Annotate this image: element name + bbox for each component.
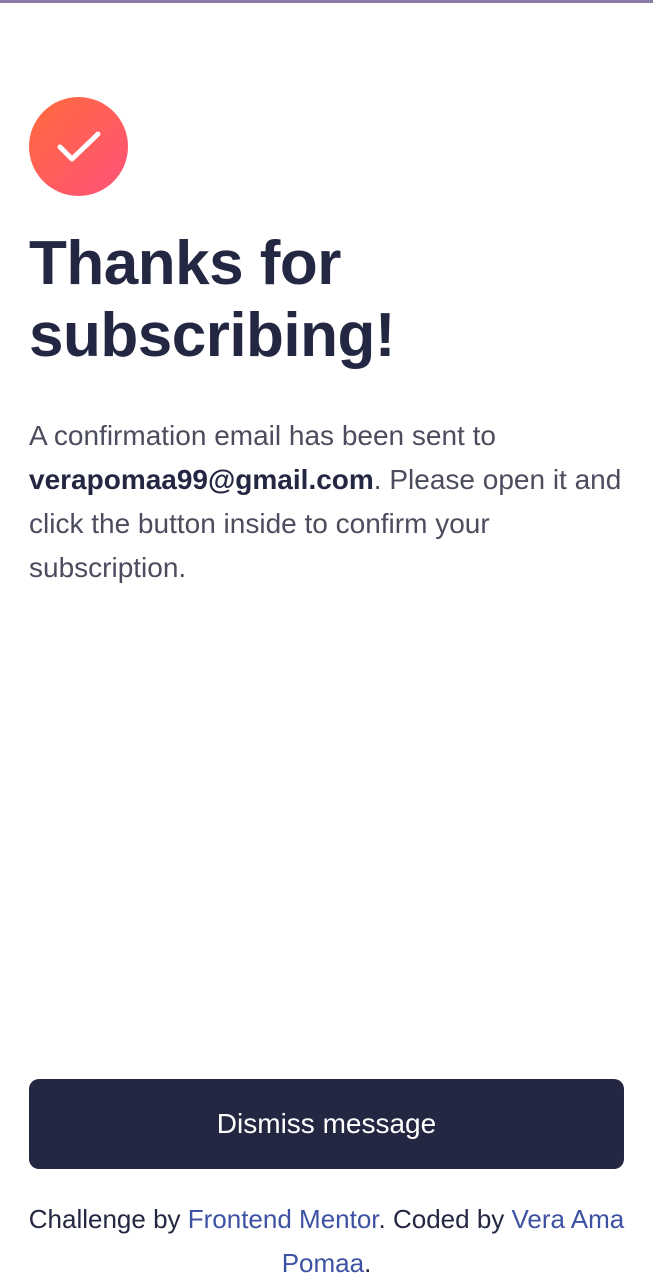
- confirmation-message: A confirmation email has been sent to ve…: [29, 414, 629, 590]
- page-title: Thanks for subscribing!: [29, 229, 396, 370]
- dismiss-message-button[interactable]: Dismiss message: [29, 1079, 624, 1169]
- checkmark-icon: [29, 97, 128, 196]
- success-page: Thanks for subscribing! A confirmation e…: [0, 0, 653, 1280]
- checkmark-glyph: [57, 131, 100, 161]
- attribution-prefix: Challenge by: [28, 1204, 188, 1234]
- message-text-before: A confirmation email has been sent to: [29, 420, 496, 451]
- frontend-mentor-link[interactable]: Frontend Mentor: [188, 1204, 379, 1234]
- email-address: verapomaa99@gmail.com: [29, 464, 374, 495]
- attribution: Challenge by Frontend Mentor. Coded by V…: [0, 1197, 653, 1280]
- attribution-middle: . Coded by: [378, 1204, 512, 1234]
- top-border: [0, 0, 653, 3]
- attribution-suffix: .: [364, 1248, 372, 1278]
